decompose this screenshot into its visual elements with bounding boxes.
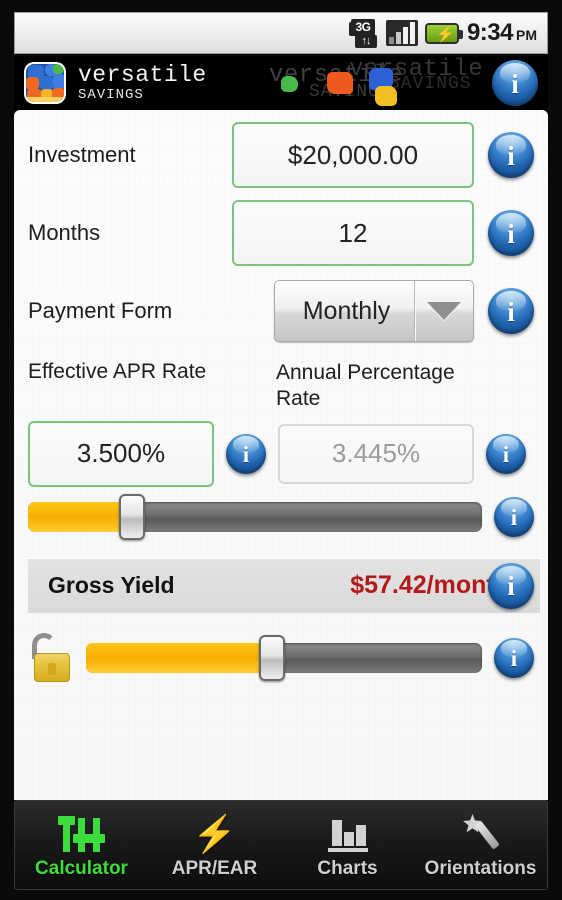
months-label: Months: [28, 220, 101, 245]
logo-ghost-watermark: versatile SAVINGS versatile SAVINGS: [269, 56, 499, 110]
unlocked-padlock-icon[interactable]: [28, 632, 74, 683]
info-icon: i: [507, 218, 515, 249]
tab-apr-ear-label: APR/EAR: [171, 858, 258, 879]
payment-form-value: Monthly: [302, 296, 391, 325]
tab-orientations-label: Orientations: [424, 858, 537, 879]
brand-line-1: versatile: [78, 62, 207, 88]
3g-label: 3G: [350, 19, 375, 36]
rate-labels-row: Effective APR Rate Annual Percentage Rat…: [28, 360, 534, 413]
status-clock: 9:34 PM: [467, 19, 537, 47]
rate-slider-row: i: [28, 493, 534, 540]
rate-slider-thumb[interactable]: [119, 493, 146, 540]
ghost-text-4: SAVINGS: [389, 74, 472, 94]
gross-yield-row: Gross Yield $57.42/month i: [28, 558, 540, 613]
lock-slider-fill: [86, 642, 273, 673]
rate-slider-fill: [28, 501, 133, 532]
brand-wordmark: versatile SAVINGS: [78, 62, 207, 103]
tab-calculator[interactable]: Calculator: [15, 801, 148, 889]
tab-charts-label: Charts: [317, 858, 378, 879]
tab-charts[interactable]: Charts: [281, 801, 414, 889]
ghost-text-3: versatile: [349, 56, 484, 83]
empty-space: [28, 683, 534, 773]
payment-form-row: Payment Form Monthly i: [28, 280, 534, 342]
effective-apr-label: Effective APR Rate: [28, 360, 207, 383]
ghost-text-1: versatile: [269, 62, 404, 89]
logo-blob-blue: [369, 68, 393, 90]
ghost-text-2: SAVINGS: [309, 82, 392, 102]
calculator-panel: Investment $20,000.00 i Months 12 i Paym…: [14, 110, 548, 800]
lock-slider-info-button[interactable]: i: [494, 637, 534, 678]
lock-slider[interactable]: [86, 634, 482, 681]
info-icon: i: [502, 441, 510, 467]
annual-percentage-label: Annual Percentage Rate: [276, 361, 455, 411]
signal-bars-icon: [385, 20, 418, 46]
investment-input[interactable]: $20,000.00: [232, 122, 474, 188]
lock-slider-thumb[interactable]: [259, 634, 286, 681]
months-row: Months 12 i: [28, 200, 534, 266]
info-icon: i: [507, 571, 515, 601]
payment-form-label: Payment Form: [28, 298, 173, 323]
logo-blob-orange: [327, 72, 353, 94]
gross-yield-band: Gross Yield $57.42/month: [28, 558, 540, 613]
3g-icon: 3G ↑↓: [348, 19, 379, 48]
gross-yield-value: $57.42/month: [350, 571, 510, 599]
app-logo-icon: [24, 62, 66, 104]
status-bar: 3G ↑↓ ⚡ 9:34 PM: [14, 12, 548, 54]
clock-ampm: PM: [516, 27, 537, 43]
annual-percentage-input: 3.445%: [278, 423, 474, 484]
bar-chart-icon: [326, 814, 370, 852]
battery-charging-icon: ⚡: [424, 22, 463, 44]
info-icon: i: [511, 68, 519, 99]
app-header: versatile SAVINGS versatile SAVINGS vers…: [14, 56, 548, 110]
chevron-down-icon: [415, 302, 473, 320]
investment-info-button[interactable]: i: [488, 132, 534, 178]
rate-fields-row: 3.500% i 3.445% i: [28, 420, 534, 487]
info-icon: i: [507, 296, 515, 327]
info-icon: i: [507, 140, 515, 171]
magic-wand-icon: [459, 814, 503, 852]
effective-apr-input[interactable]: 3.500%: [28, 420, 214, 487]
info-icon: i: [510, 645, 518, 671]
tab-apr-ear[interactable]: ⚡ APR/EAR: [148, 801, 281, 889]
brand-line-2: SAVINGS: [78, 87, 144, 103]
faders-icon: [57, 814, 105, 852]
annual-percentage-info-button[interactable]: i: [486, 433, 526, 474]
rate-slider[interactable]: [28, 493, 482, 540]
data-arrows-icon: ↑↓: [354, 35, 377, 48]
info-icon: i: [510, 504, 518, 530]
bottom-tab-bar: Calculator ⚡ APR/EAR Charts Orientations: [14, 800, 548, 890]
header-info-button[interactable]: i: [492, 60, 538, 106]
effective-apr-info-button[interactable]: i: [226, 433, 266, 474]
investment-label: Investment: [28, 142, 136, 167]
rate-slider-info-button[interactable]: i: [494, 496, 534, 537]
status-icons: 3G ↑↓ ⚡: [348, 19, 463, 48]
payment-form-info-button[interactable]: i: [488, 288, 534, 334]
clock-time: 9:34: [466, 19, 514, 46]
logo-blob-green: [281, 76, 298, 92]
payment-form-dropdown[interactable]: Monthly: [274, 280, 474, 342]
tab-calculator-label: Calculator: [35, 858, 128, 879]
months-input[interactable]: 12: [232, 200, 474, 266]
phone-screen: 3G ↑↓ ⚡ 9:34 PM versatile SAVINGS versat…: [0, 0, 562, 900]
lock-slider-row: i: [28, 632, 534, 683]
gross-yield-label: Gross Yield: [48, 572, 175, 598]
lightning-icon: ⚡: [192, 813, 237, 854]
info-icon: i: [242, 441, 250, 467]
investment-row: Investment $20,000.00 i: [28, 122, 534, 188]
logo-blob-yellow: [375, 86, 397, 106]
gross-yield-info-button[interactable]: i: [488, 562, 534, 609]
months-info-button[interactable]: i: [488, 210, 534, 256]
tab-orientations[interactable]: Orientations: [414, 801, 547, 889]
